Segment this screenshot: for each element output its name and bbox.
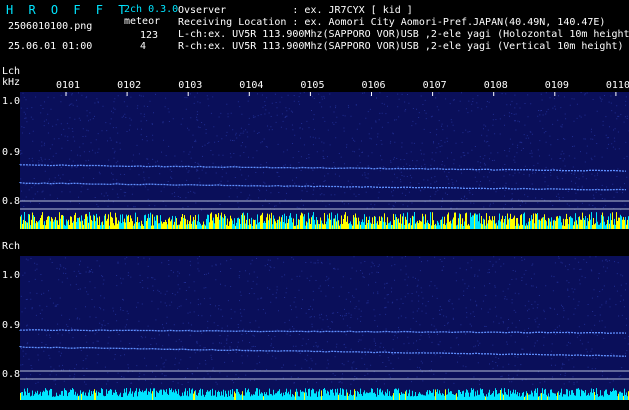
lch-level-bars [20, 212, 629, 229]
rch-trace-upper [19, 329, 627, 334]
noise-speckle [20, 256, 629, 385]
spectrogram-overlay [19, 92, 629, 400]
lch-trace-lower [19, 181, 627, 191]
noise-speckle [20, 92, 629, 211]
rch-level-bars [20, 388, 629, 400]
rch-trace-lower [19, 345, 627, 357]
